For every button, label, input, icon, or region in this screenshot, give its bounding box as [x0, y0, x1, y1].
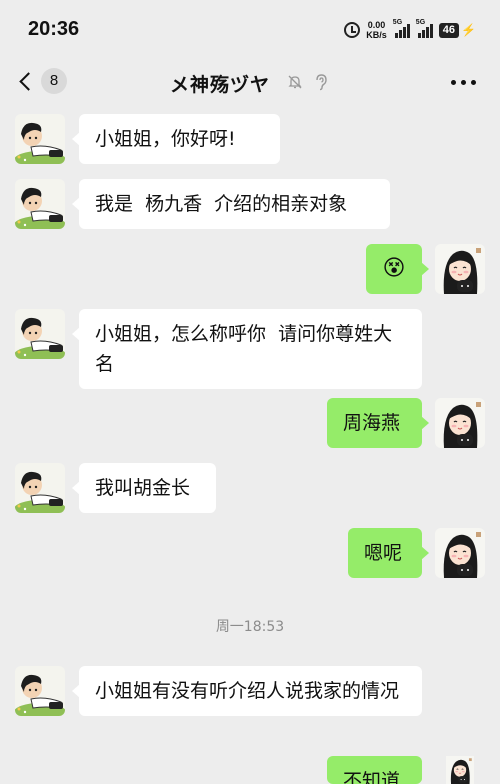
chat-header: 8 メ神殇ヅヤ	[0, 58, 500, 108]
network-speed-unit: KB/s	[366, 30, 387, 40]
status-time: 20:36	[28, 18, 80, 40]
ear-icon	[316, 74, 327, 91]
my-avatar[interactable]	[435, 528, 485, 578]
timestamp-divider: 周一18:53	[215, 619, 285, 635]
my-avatar[interactable]	[435, 398, 485, 448]
more-dot	[451, 80, 456, 85]
status-bar: 20:36 0.00 KB/s 5G 5G 46 ⚡	[0, 0, 500, 58]
signal-label: 5G	[415, 19, 426, 26]
back-button[interactable]: 8	[16, 68, 67, 94]
chat-title[interactable]: メ神殇ヅヤ	[170, 70, 270, 97]
signal-label: 5G	[392, 19, 403, 26]
received-message-bubble[interactable]: 小姐姐，你好呀!	[72, 114, 280, 164]
sent-message-bubble[interactable]: 周海燕	[327, 398, 429, 448]
battery-icon: 46 ⚡	[438, 22, 476, 38]
bell-muted-icon	[288, 75, 302, 89]
received-message-bubble[interactable]: 小姐姐有没有听介绍人说我家的情况	[72, 666, 422, 716]
contact-avatar[interactable]	[15, 179, 65, 229]
received-message-bubble[interactable]: 我是 杨九香 介绍的相亲对象	[72, 179, 390, 229]
network-speed: 0.00 KB/s	[366, 20, 387, 40]
sent-message-bubble[interactable]: 😵	[366, 244, 429, 294]
sent-message-bubble[interactable]: 嗯呢	[348, 528, 429, 578]
my-avatar[interactable]	[435, 244, 485, 294]
signal-icon: 5G	[392, 19, 410, 38]
sent-message-bubble[interactable]: 不知道	[327, 756, 422, 784]
more-button[interactable]	[451, 80, 476, 85]
contact-avatar[interactable]	[15, 463, 65, 513]
signal-icon: 5G	[415, 19, 433, 38]
contact-avatar[interactable]	[15, 309, 65, 359]
more-dot	[471, 80, 476, 85]
network-speed-value: 0.00	[367, 20, 386, 30]
battery-level: 46	[438, 22, 460, 38]
received-message-bubble[interactable]: 小姐姐，怎么称呼你 请问你尊姓大名	[72, 309, 422, 389]
alarm-icon	[344, 22, 361, 38]
unread-count-badge: 8	[41, 68, 67, 94]
status-indicators: 0.00 KB/s 5G 5G 46 ⚡	[344, 19, 476, 40]
back-chevron-icon	[19, 71, 38, 91]
received-message-bubble[interactable]: 我叫胡金长	[72, 463, 216, 513]
contact-avatar[interactable]	[15, 666, 65, 716]
my-avatar[interactable]	[435, 756, 485, 784]
charging-icon: ⚡	[461, 23, 476, 37]
more-dot	[461, 80, 466, 85]
contact-avatar[interactable]	[15, 114, 65, 164]
